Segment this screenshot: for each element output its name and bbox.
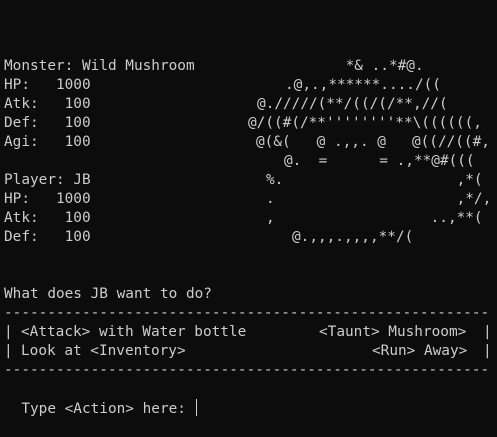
ascii-art-line: @/((#(/**''''''''**\((((((, <box>248 115 482 131</box>
player-hp: HP: 1000 <box>4 191 91 207</box>
ascii-art-line: @(&( @ .,,. @ @((//((#, <box>256 134 490 150</box>
monster-hp: HP: 1000 <box>4 77 91 93</box>
action-prompt-line: Type <Action> here: <box>4 380 198 417</box>
player-atk: Atk: 100 <box>4 210 91 226</box>
player-def: Def: 100 <box>4 229 91 245</box>
taunt-option[interactable]: <Taunt> Mushroom> <box>319 323 466 342</box>
terminal-window: { "monster": { "label": "Monster: Wild M… <box>0 0 497 417</box>
monster-name: Monster: Wild Mushroom <box>4 58 195 74</box>
ascii-art-line: *& ..*#@. <box>285 58 424 74</box>
menu-right-border: | <box>483 343 492 359</box>
monster-agi: Agi: 100 <box>4 134 91 150</box>
run-option[interactable]: <Run> Away> <box>372 342 467 361</box>
action-question: What does JB want to do? <box>4 286 212 302</box>
menu-row-2: | Look at <Inventory> <Run> Away> | <box>4 342 492 361</box>
ascii-art-line: @./////(**/((/(/**,//( <box>257 96 448 112</box>
inventory-option[interactable]: Look at <Inventory> <box>21 342 186 361</box>
monster-atk: Atk: 100 <box>4 96 91 112</box>
ascii-art-line: %. ,*( <box>266 172 483 188</box>
monster-def: Def: 100 <box>4 115 91 131</box>
menu-left-border: | <box>4 343 13 359</box>
menu-right-border: | <box>483 324 492 340</box>
menu-left-border: | <box>4 324 13 340</box>
ascii-art-line: .@,.,******..../(( <box>285 77 441 93</box>
ascii-art-line: , ..,**( <box>266 210 483 226</box>
player-name: Player: JB <box>4 172 91 188</box>
menu-row-1: | <Attack> with Water bottle <Taunt> Mus… <box>4 323 492 342</box>
action-prompt-label: Type <Action> here: <box>21 401 195 417</box>
menu-top-border: ----------------------------------------… <box>4 305 490 321</box>
ascii-art-line: @. = = .,**@#((( <box>258 153 475 169</box>
menu-bottom-border: ----------------------------------------… <box>4 362 490 378</box>
ascii-art-line: @.,,,.,,,,**/( <box>266 229 414 245</box>
attack-option[interactable]: <Attack> with Water bottle <box>21 323 246 342</box>
ascii-art-line: . ,*/, <box>266 191 492 207</box>
